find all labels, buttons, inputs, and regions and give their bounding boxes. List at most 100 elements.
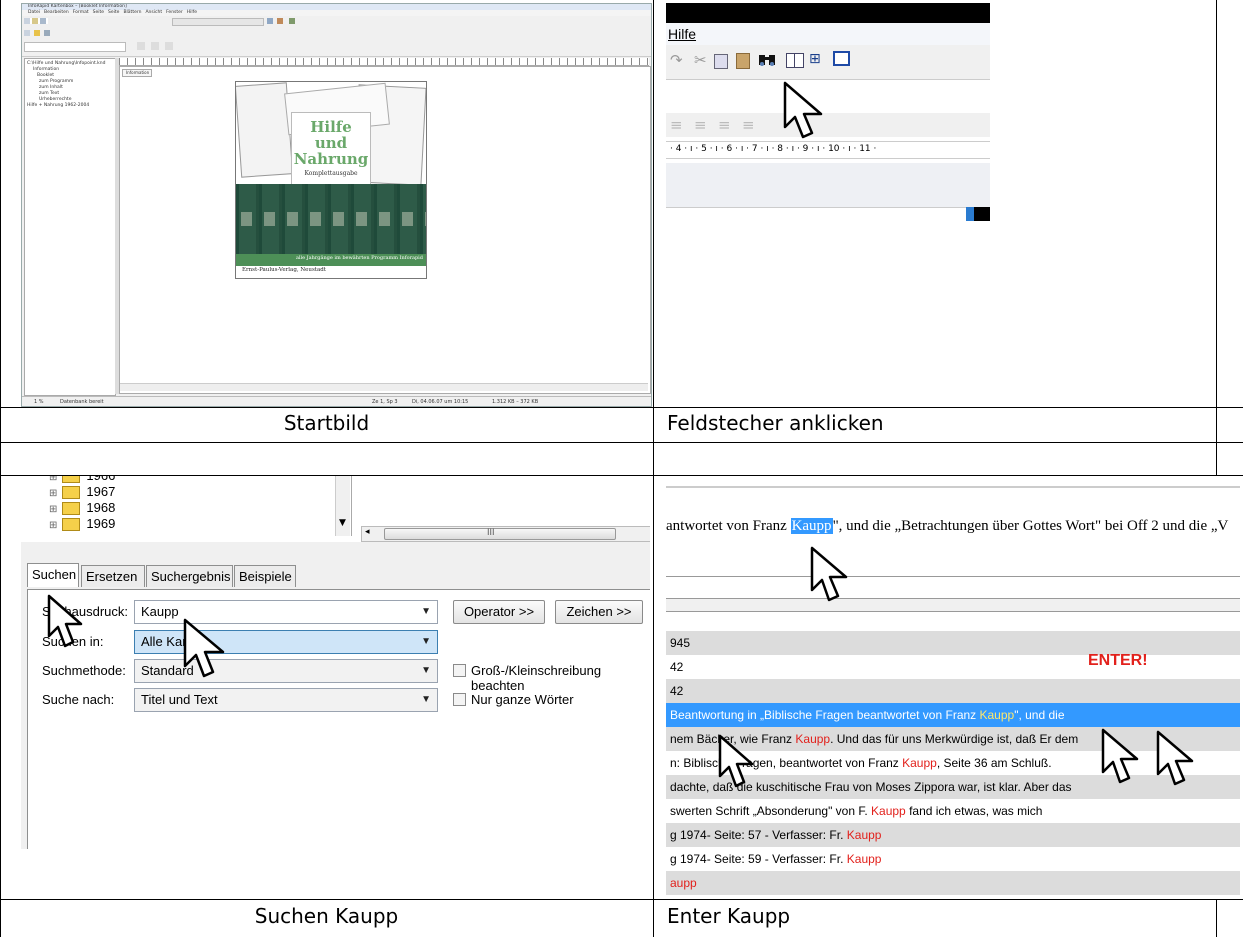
tab-information[interactable]: Information bbox=[122, 69, 152, 77]
menu-hilfe[interactable]: Hilfe bbox=[668, 26, 696, 42]
dropdown-arrow-icon[interactable]: ▼ bbox=[421, 631, 431, 653]
expand-icon[interactable]: ⊞ bbox=[49, 488, 57, 499]
doc-text-line: antwortet von Franz Kaupp", und die „Bet… bbox=[666, 518, 1229, 534]
result-row[interactable]: 42 bbox=[666, 679, 1240, 703]
menu-item[interactable]: Blättern bbox=[123, 10, 141, 15]
menu-item[interactable]: Format bbox=[73, 10, 89, 15]
redo-icon[interactable]: ↷ bbox=[670, 51, 683, 69]
mouse-cursor-icon bbox=[783, 81, 823, 139]
caption-startbild: Startbild bbox=[283, 411, 370, 435]
menu-item[interactable]: Hilfe bbox=[187, 10, 197, 15]
menu-item[interactable]: Datei bbox=[28, 10, 40, 15]
expand-icon[interactable]: ⊞ bbox=[49, 504, 57, 515]
tree-icon[interactable]: ⊞ bbox=[809, 51, 821, 67]
menu-item[interactable]: Seite bbox=[108, 10, 119, 15]
result-row[interactable]: g 1974- Seite: 57 - Verfasser: Fr. Kaupp bbox=[666, 823, 1240, 847]
menu-item[interactable]: Ansicht bbox=[145, 10, 162, 15]
h-scrollbar[interactable]: ◂ III bbox=[361, 526, 650, 542]
result-row[interactable]: g 1974- Seite: 59 - Verfasser: Fr. Kaupp bbox=[666, 847, 1240, 871]
result-text-tail: . Und das für uns Merkwürdige ist, daß E… bbox=[830, 732, 1079, 746]
tab-beispiele[interactable]: Beispiele bbox=[234, 565, 296, 587]
result-row[interactable]: 42 bbox=[666, 655, 1240, 679]
justify-icon[interactable]: ≡ bbox=[742, 116, 755, 134]
divider-band bbox=[666, 598, 1240, 612]
align-center-icon[interactable]: ≡ bbox=[694, 116, 707, 134]
year-tree-item[interactable]: ⊞ 1967 bbox=[49, 484, 115, 500]
result-text: Beantwortung in „Biblische Fragen beantw… bbox=[670, 708, 980, 722]
h-scrollbar[interactable] bbox=[120, 383, 648, 391]
menu-item[interactable]: Fenster bbox=[166, 10, 183, 15]
result-text: g 1974- Seite: 57 - Verfasser: Fr. bbox=[670, 828, 847, 842]
v-scrollbar[interactable]: ▼ bbox=[335, 476, 350, 536]
year-tree-item[interactable]: ⊞ 1969 bbox=[49, 516, 115, 532]
tab-ersetzen[interactable]: Ersetzen bbox=[81, 565, 145, 587]
search-dialog: Suchen Ersetzen Suchergebnis Beispiele S… bbox=[21, 542, 650, 849]
scroll-stub-black bbox=[974, 207, 990, 221]
result-row[interactable]: aupp bbox=[666, 871, 1240, 895]
mouse-cursor-icon bbox=[810, 546, 848, 602]
window-icon[interactable] bbox=[833, 51, 850, 66]
suchmethode-combo[interactable]: Standard ▼ bbox=[134, 659, 438, 683]
document-area: Information Hilfe und Nahrung Komplettau… bbox=[119, 66, 651, 394]
tree-pane: C:\Hilfe und Nahrung\Infopoint.knd Inform… bbox=[24, 58, 116, 396]
result-text-tail: fand ich etwas, was mich bbox=[905, 804, 1043, 818]
screenshot-enter: antwortet von Franz Kaupp", und die „Bet… bbox=[666, 476, 1240, 899]
align-left-icon[interactable]: ≡ bbox=[670, 116, 683, 134]
scroll-down-icon[interactable]: ▼ bbox=[339, 518, 346, 528]
folder-icon bbox=[62, 476, 81, 484]
binoculars-icon[interactable] bbox=[758, 51, 776, 71]
status-bar: 1 % Datenbank bereit Ze 1, Sp 3 Di, 04.0… bbox=[22, 396, 651, 406]
suchausdruck-combo[interactable]: Kaupp ▼ bbox=[134, 600, 438, 624]
toolbars bbox=[22, 16, 651, 57]
zeichen-button[interactable]: Zeichen >> bbox=[555, 600, 643, 624]
expand-icon[interactable]: ⊞ bbox=[49, 520, 57, 531]
result-text: 945 bbox=[670, 636, 691, 650]
tree-item[interactable]: Hilfe + Nahrung 1962-2004 bbox=[27, 103, 105, 109]
dropdown-arrow-icon[interactable]: ▼ bbox=[421, 601, 431, 623]
year-tree-item[interactable]: ⊞ 1968 bbox=[49, 500, 115, 516]
expand-icon[interactable]: ⊞ bbox=[49, 476, 57, 483]
cover-title-line: Hilfe bbox=[310, 118, 352, 136]
whole-words-checkbox[interactable] bbox=[453, 693, 466, 706]
cover-footer: alle Jahrgänge im bewährten Programm Inf… bbox=[295, 255, 423, 261]
result-row[interactable]: swerten Schrift „Absonderung" von F. Kau… bbox=[666, 799, 1240, 823]
folder-icon bbox=[62, 486, 81, 500]
copy-icon[interactable] bbox=[714, 54, 728, 69]
align-right-icon[interactable]: ≡ bbox=[718, 116, 731, 134]
caption-feldstecher: Feldstecher anklicken bbox=[667, 411, 884, 435]
tab-suchergebnis[interactable]: Suchergebnis bbox=[146, 565, 233, 587]
menu-item[interactable]: Bearbeiten bbox=[44, 10, 69, 15]
paste-icon[interactable] bbox=[736, 53, 750, 69]
scroll-left-icon[interactable]: ◂ bbox=[365, 527, 370, 537]
dropdown-arrow-icon[interactable]: ▼ bbox=[421, 689, 431, 711]
operator-button[interactable]: Operator >> bbox=[453, 600, 545, 624]
scroll-grip: III bbox=[487, 527, 495, 537]
scroll-thumb[interactable]: III bbox=[384, 527, 616, 540]
tab-suchen[interactable]: Suchen bbox=[27, 563, 79, 587]
result-hit: Kaupp bbox=[795, 732, 831, 746]
suchen-in-combo[interactable]: Alle Karten ▼ bbox=[134, 630, 438, 654]
dropdown-arrow-icon[interactable]: ▼ bbox=[421, 660, 431, 682]
screenshot-feldstecher: Hilfe ↷ ✂ ⊞ ≡ ≡ ≡ ≡ · 4 · ı · 5 · ı · 6 … bbox=[666, 3, 990, 221]
caption-suchen-kaupp: Suchen Kaupp bbox=[254, 904, 399, 928]
status-size: 1.312 KB – 372 KB bbox=[492, 399, 539, 405]
status-date: Di, 04.06.07 um 10:15 bbox=[412, 399, 469, 405]
result-row[interactable]: 945 bbox=[666, 631, 1240, 655]
result-text: 42 bbox=[670, 660, 684, 674]
cut-icon[interactable]: ✂ bbox=[694, 51, 707, 69]
menu-item[interactable]: Seite bbox=[93, 10, 104, 15]
result-text: n: Biblische Fragen, beantwortet von Fra… bbox=[670, 756, 903, 770]
status-zoom: 1 % bbox=[34, 399, 44, 405]
result-hit: Kaupp bbox=[979, 708, 1015, 722]
result-row[interactable]: Beantwortung in „Biblische Fragen beantw… bbox=[666, 703, 1240, 727]
book-icon[interactable] bbox=[786, 53, 804, 68]
top-band bbox=[666, 486, 1240, 488]
window-title: InfoRapid Kartenbox – [Booklet Informati… bbox=[28, 4, 127, 9]
status-db: Datenbank bereit bbox=[60, 399, 104, 405]
case-checkbox[interactable] bbox=[453, 664, 466, 677]
menu-bar: Hilfe bbox=[666, 23, 990, 45]
year-tree-item[interactable]: ⊞ 1966 bbox=[49, 476, 115, 484]
year-label: 1968 bbox=[86, 500, 116, 515]
suche-nach-combo[interactable]: Titel und Text ▼ bbox=[134, 688, 438, 712]
year-label: 1966 bbox=[86, 476, 115, 483]
